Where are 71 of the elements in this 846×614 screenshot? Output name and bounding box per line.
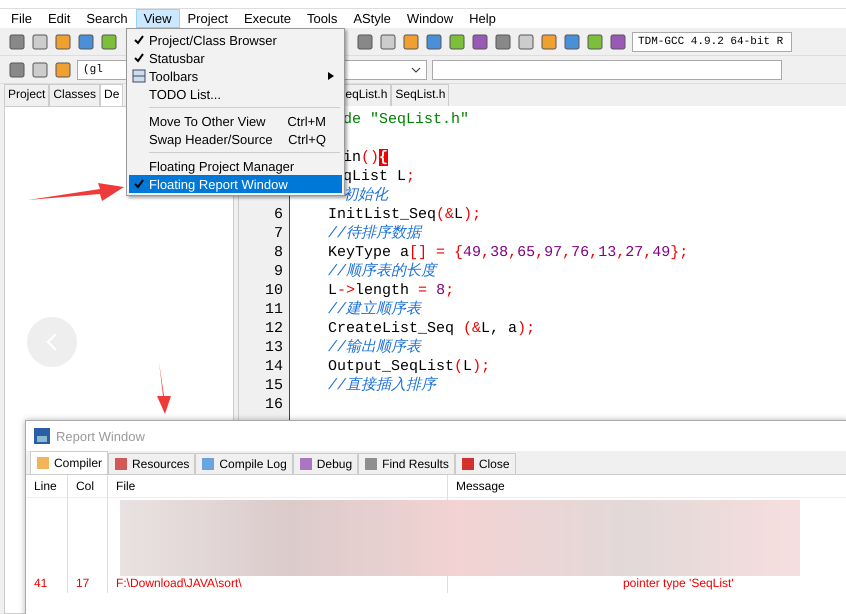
report-tab[interactable]: Resources [108,453,196,474]
file-tab[interactable]: SeqList.h [391,84,450,106]
menu-item[interactable]: Floating Project Manager [129,157,342,175]
line-number: 9 [272,262,284,281]
column-header: File [108,475,448,498]
tab-icon [36,456,50,470]
toolbar-icon [132,69,146,83]
panel-tab[interactable]: De [100,84,124,106]
submenu-arrow-icon [328,72,334,80]
report-tab[interactable]: Compiler [30,451,108,474]
compiler-select[interactable]: TDM-GCC 4.9.2 64-bit R [632,32,792,52]
code-line: //建立顺序表 [328,300,423,319]
checkmark-icon [134,179,144,189]
line-number: 7 [272,224,284,243]
code-line: //待排序数据 [328,224,424,243]
tab-icon [460,457,475,471]
menu-item[interactable]: AStyle [345,9,399,28]
menu-item[interactable]: Toolbars [129,67,342,85]
code-line: //输出顺序表 [328,338,423,357]
menu-item[interactable]: View [136,9,180,28]
line-number: 15 [264,376,284,395]
code-line: CreateList_Seq (&L, a); [328,319,536,338]
menu-item[interactable]: File [3,9,40,28]
line-number: 16 [264,395,284,414]
code-line: InitList_Seq(&L); [328,205,482,224]
code-line: 初始化 [342,186,390,205]
tab-icon [364,457,378,471]
code-line: //顺序表的长度 [328,262,439,281]
report-tab[interactable]: Find Results [358,453,455,474]
caret-icon [411,66,421,72]
menu-item[interactable]: Search [78,9,136,28]
menu-item[interactable]: Statusbar [129,49,342,67]
column-header: Line [26,475,68,498]
line-number: 13 [264,338,284,357]
menu-item[interactable]: Move To Other View Ctrl+M [129,112,342,130]
menu-item[interactable]: TODO List... [129,85,342,103]
tab-icon [298,457,313,471]
tab-icon [114,457,128,471]
line-number: 10 [264,281,284,300]
menu-item[interactable]: Help [461,9,504,28]
menu-item[interactable]: Project/Class Browser [129,31,342,49]
report-tab[interactable]: Debug [292,453,358,474]
line-number: 6 [272,205,284,224]
line-number: 12 [264,319,284,338]
code-line: qList L; [342,167,416,186]
menu-item[interactable]: Floating Report Window [129,175,342,193]
report-tab[interactable]: Close [454,453,516,474]
code-line: KeyType a[] = {49,38,65,97,76,13,27,49}; [328,243,688,262]
line-number: 11 [264,300,284,319]
tab-icon [201,457,216,471]
app-icon [34,428,50,444]
panel-tab[interactable]: Classes [49,84,100,106]
column-header: Message [448,475,846,498]
menu-item[interactable]: Project [180,9,236,28]
annotation-arrow [155,362,173,414]
column-header: Col [68,475,108,498]
menu-item[interactable]: Execute [236,9,299,28]
table-cell: 41 [26,574,68,593]
window-title: Report Window [56,428,145,444]
code-line: L->length = 8; [328,281,456,300]
code-line: //直接插入排序 [328,376,440,395]
menu-item[interactable]: Window [398,9,462,28]
menu-item[interactable]: Edit [40,9,78,28]
code-line: Output_SeqList(L); [328,357,492,376]
line-number: 8 [272,243,284,262]
menu-item[interactable]: Swap Header/Source Ctrl+Q [129,130,342,148]
line-number: 14 [264,357,284,376]
panel-tab[interactable]: Project [4,84,50,106]
report-tab[interactable]: Compile Log [195,453,293,474]
table-cell: 17 [68,574,108,593]
menu-item[interactable]: Tools [298,9,346,28]
